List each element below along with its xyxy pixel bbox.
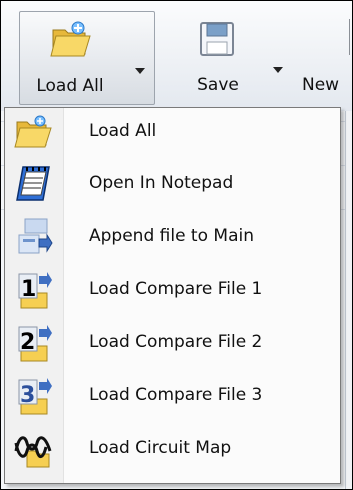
menu-item-label: Load Compare File 2 <box>89 332 263 352</box>
toolbar: Load All Save New <box>1 1 352 112</box>
folder-open-icon <box>14 115 52 148</box>
new-toolbar-button[interactable]: New <box>296 11 352 103</box>
svg-text:3: 3 <box>20 383 35 408</box>
compare-file-1-icon: 1 <box>18 272 52 309</box>
circuit-map-icon <box>14 436 52 468</box>
menu-item-load-compare-file-1[interactable]: 1 Load Compare File 1 <box>7 268 338 312</box>
toolbar-separator <box>349 19 350 55</box>
save-dropdown-arrow-icon[interactable] <box>273 67 283 73</box>
folder-open-icon <box>50 21 91 57</box>
menu-item-load-circuit-map[interactable]: Load Circuit Map <box>7 427 338 471</box>
menu-item-load-compare-file-2[interactable]: 2 Load Compare File 2 <box>7 321 338 365</box>
menu-item-label: Load All <box>89 121 157 141</box>
load-all-toolbar-label: Load All <box>36 76 104 96</box>
load-all-toolbar-button[interactable]: Load All <box>19 11 155 105</box>
load-all-dropdown-menu: Load All Open In Notepad Append file to … <box>4 107 341 484</box>
menu-item-append-file-to-main[interactable]: Append file to Main <box>7 215 338 259</box>
append-file-icon <box>18 218 53 254</box>
floppy-disk-icon <box>200 22 234 56</box>
menu-item-label: Open In Notepad <box>89 173 234 193</box>
load-all-dropdown-arrow-icon[interactable] <box>135 68 145 74</box>
app-window: Load All Save New Load All Open In Notep… <box>0 0 353 490</box>
svg-text:1: 1 <box>21 277 36 302</box>
menu-item-label: Load Compare File 3 <box>89 385 263 405</box>
compare-file-2-icon: 2 <box>18 325 52 362</box>
menu-item-label: Append file to Main <box>89 226 254 246</box>
save-toolbar-button[interactable]: Save <box>173 11 283 103</box>
menu-item-label: Load Compare File 1 <box>89 279 263 299</box>
svg-text:2: 2 <box>20 330 35 355</box>
right-edge-panel <box>345 111 352 489</box>
menu-item-load-all[interactable]: Load All <box>7 110 338 154</box>
compare-file-3-icon: 3 <box>18 378 52 415</box>
menu-item-open-in-notepad[interactable]: Open In Notepad <box>7 162 338 206</box>
menu-item-label: Load Circuit Map <box>89 438 232 458</box>
menu-item-load-compare-file-3[interactable]: 3 Load Compare File 3 <box>7 374 338 418</box>
notepad-icon <box>16 166 50 201</box>
save-toolbar-label: Save <box>197 75 239 95</box>
new-toolbar-label: New <box>302 75 340 95</box>
